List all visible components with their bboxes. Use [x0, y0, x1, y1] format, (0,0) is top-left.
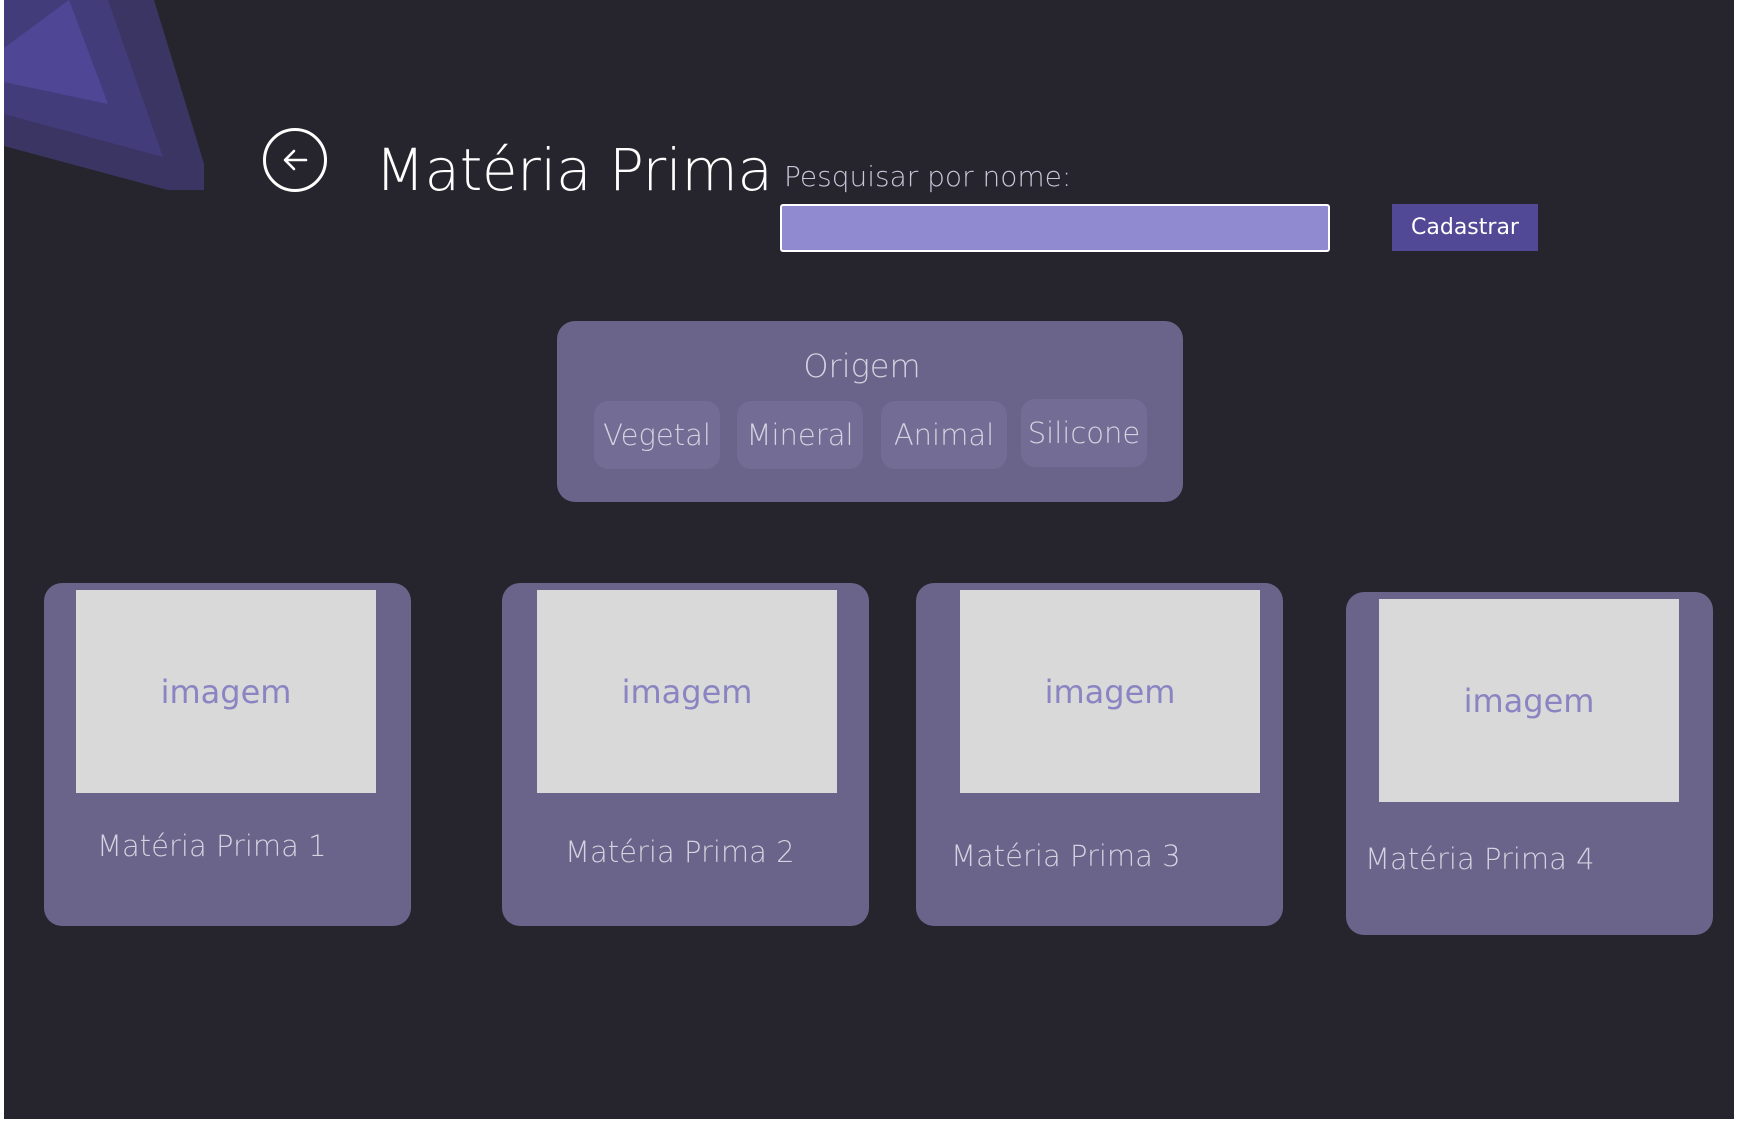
search-input[interactable] — [780, 204, 1330, 252]
card-image-placeholder: imagem — [76, 590, 376, 793]
filter-chip-silicone[interactable]: Silicone — [1021, 399, 1147, 467]
filter-title: Origem — [803, 347, 921, 385]
filter-chip-mineral[interactable]: Mineral — [737, 401, 863, 469]
filter-chip-vegetal[interactable]: Vegetal — [594, 401, 720, 469]
material-card[interactable]: imagem Matéria Prima 2 — [502, 583, 869, 926]
card-image-placeholder: imagem — [1379, 599, 1679, 802]
back-button[interactable] — [263, 128, 327, 192]
register-button[interactable]: Cadastrar — [1392, 204, 1538, 251]
card-image-placeholder: imagem — [537, 590, 837, 793]
filter-chip-animal[interactable]: Animal — [881, 401, 1007, 469]
arrow-left-icon — [283, 149, 308, 171]
origin-filter-panel: Origem Vegetal Mineral Animal Silicone — [557, 321, 1183, 502]
card-title: Matéria Prima 3 — [951, 839, 1181, 873]
material-card[interactable]: imagem Matéria Prima 1 — [44, 583, 411, 926]
card-image-label: imagem — [621, 672, 753, 711]
card-image-placeholder: imagem — [960, 590, 1260, 793]
card-image-label: imagem — [1044, 672, 1176, 711]
card-title: Matéria Prima 1 — [97, 829, 327, 863]
app-screen: Matéria Prima Pesquisar por nome: Cadast… — [4, 0, 1734, 1119]
card-title: Matéria Prima 2 — [565, 835, 795, 869]
card-image-label: imagem — [1463, 681, 1595, 720]
material-card[interactable]: imagem Matéria Prima 4 — [1346, 592, 1713, 935]
material-card[interactable]: imagem Matéria Prima 3 — [916, 583, 1283, 926]
decorative-triangle-shape — [4, 0, 204, 190]
search-label: Pesquisar por nome: — [784, 160, 1072, 193]
page-title: Matéria Prima — [375, 136, 773, 204]
card-title: Matéria Prima 4 — [1365, 842, 1595, 876]
card-image-label: imagem — [160, 672, 292, 711]
